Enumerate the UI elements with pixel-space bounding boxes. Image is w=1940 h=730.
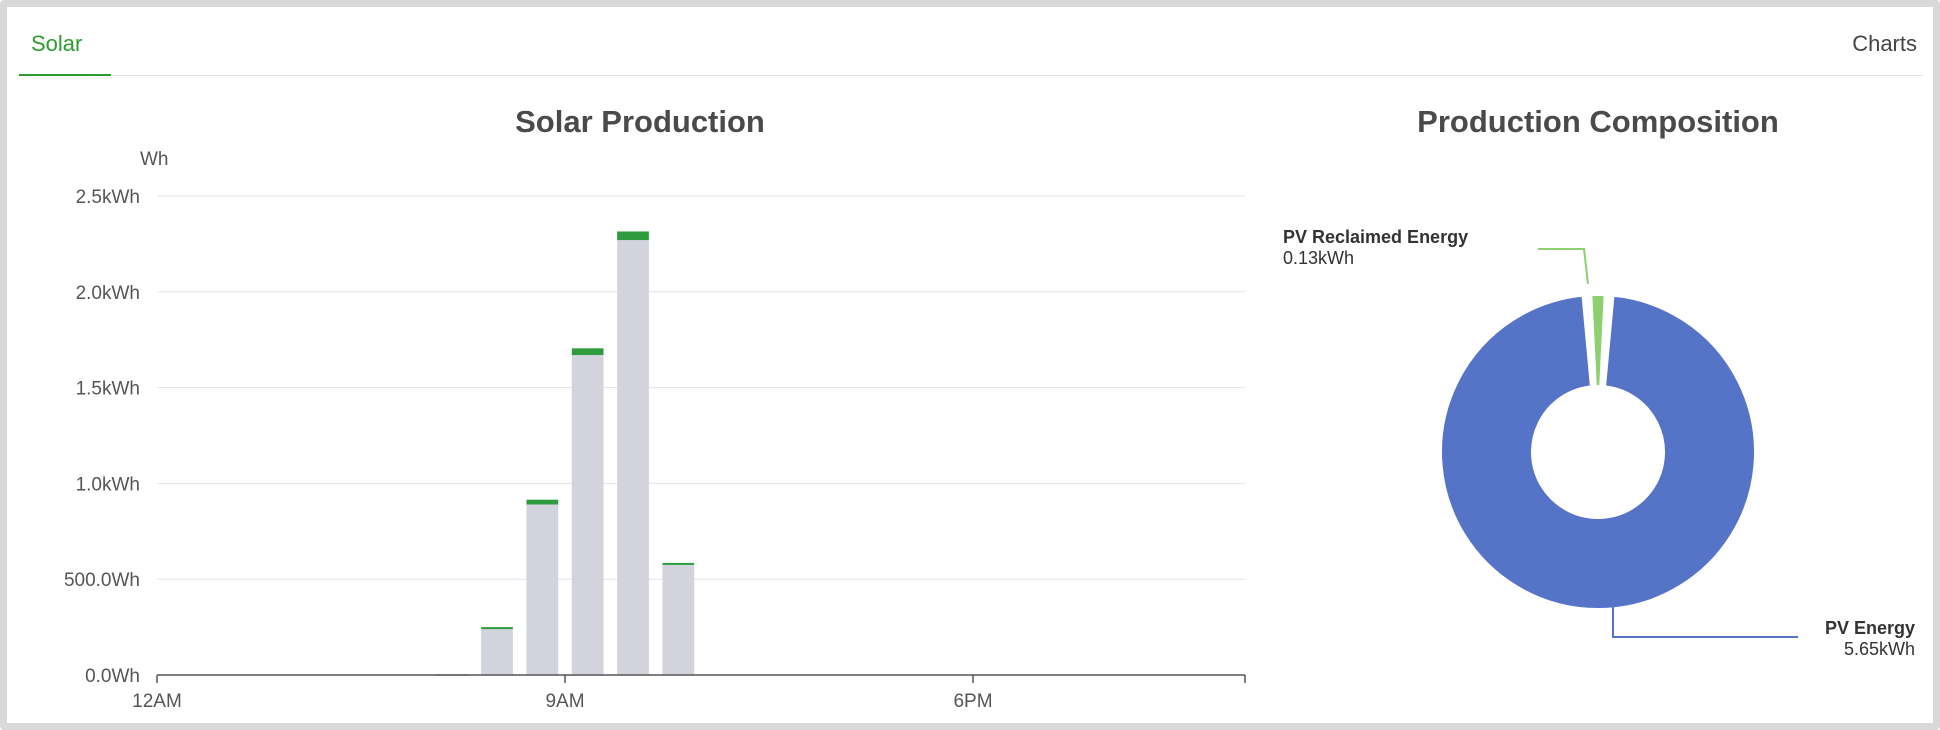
solar-production-chart: Solar Production Wh 0.0Wh 500.0Wh 1.0kWh 1.… <box>64 104 1246 712</box>
bar-pv-energy <box>481 629 513 675</box>
charts-canvas: Solar Production Wh 0.0Wh 500.0Wh 1.0kWh 1.… <box>64 104 1915 712</box>
x-tick-label: 12AM <box>132 691 182 712</box>
x-axis: 12AM 9AM 6PM <box>132 674 1246 712</box>
y-grid: 0.0Wh 500.0Wh 1.0kWh 1.5kWh 2.0kWh 2.5kWh <box>64 187 1245 687</box>
pie-connector-pv-energy <box>1612 604 1798 638</box>
y-tick-label: 1.0kWh <box>76 474 140 495</box>
bar-reclaimed-energy <box>617 231 649 241</box>
x-tick-label: 6PM <box>953 691 992 712</box>
bar-reclaimed-energy <box>571 348 604 356</box>
pie-connector-reclaimed <box>1538 248 1589 285</box>
bar-chart-title: Solar Production <box>515 104 765 139</box>
bar-pv-energy <box>662 564 695 675</box>
pie-label-reclaimed: PV Reclaimed Energy <box>1283 227 1468 247</box>
y-tick-label: 500.0Wh <box>64 570 140 591</box>
bar-reclaimed-energy <box>481 627 513 630</box>
pie-value-reclaimed: 0.13kWh <box>1283 248 1354 268</box>
bar-reclaimed-energy <box>526 499 559 505</box>
x-tick-label: 9AM <box>545 691 584 712</box>
pie-chart-title: Production Composition <box>1417 104 1779 139</box>
pie-slices <box>1438 291 1758 612</box>
y-tick-label: 2.5kWh <box>76 187 140 208</box>
bar-pv-energy <box>617 240 649 675</box>
y-tick-label: 0.0Wh <box>85 666 140 687</box>
pie-label-pv-energy: PV Energy <box>1825 618 1915 638</box>
pie-value-pv-energy: 5.65kWh <box>1844 639 1915 659</box>
bar-pv-energy <box>571 355 604 675</box>
y-tick-label: 2.0kWh <box>76 283 140 304</box>
bar-pv-energy <box>526 504 559 675</box>
y-axis-unit-label: Wh <box>140 149 169 170</box>
production-composition-chart: Production Composition PV Reclaimed Ener… <box>1283 104 1915 659</box>
bar-series <box>435 231 695 677</box>
y-tick-label: 1.5kWh <box>76 379 140 400</box>
bar-reclaimed-energy <box>662 562 695 565</box>
